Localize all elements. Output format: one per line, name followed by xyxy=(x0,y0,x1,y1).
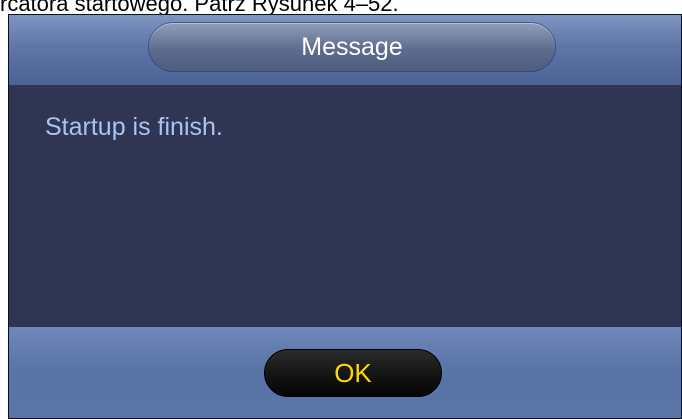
ok-button[interactable]: OK xyxy=(264,349,442,397)
dialog-footer: OK xyxy=(9,327,681,418)
page: rcatora startowego. Patrz Rysunek 4–52. … xyxy=(0,0,682,419)
dialog-content: Startup is finish. xyxy=(9,85,681,327)
message-dialog: Message Startup is finish. OK xyxy=(8,14,682,419)
dialog-title-bar: Message xyxy=(9,15,681,85)
dialog-message: Startup is finish. xyxy=(45,113,223,141)
ok-button-label: OK xyxy=(334,357,372,388)
dialog-title: Message xyxy=(301,32,403,61)
dialog-title-pill: Message xyxy=(149,23,555,71)
